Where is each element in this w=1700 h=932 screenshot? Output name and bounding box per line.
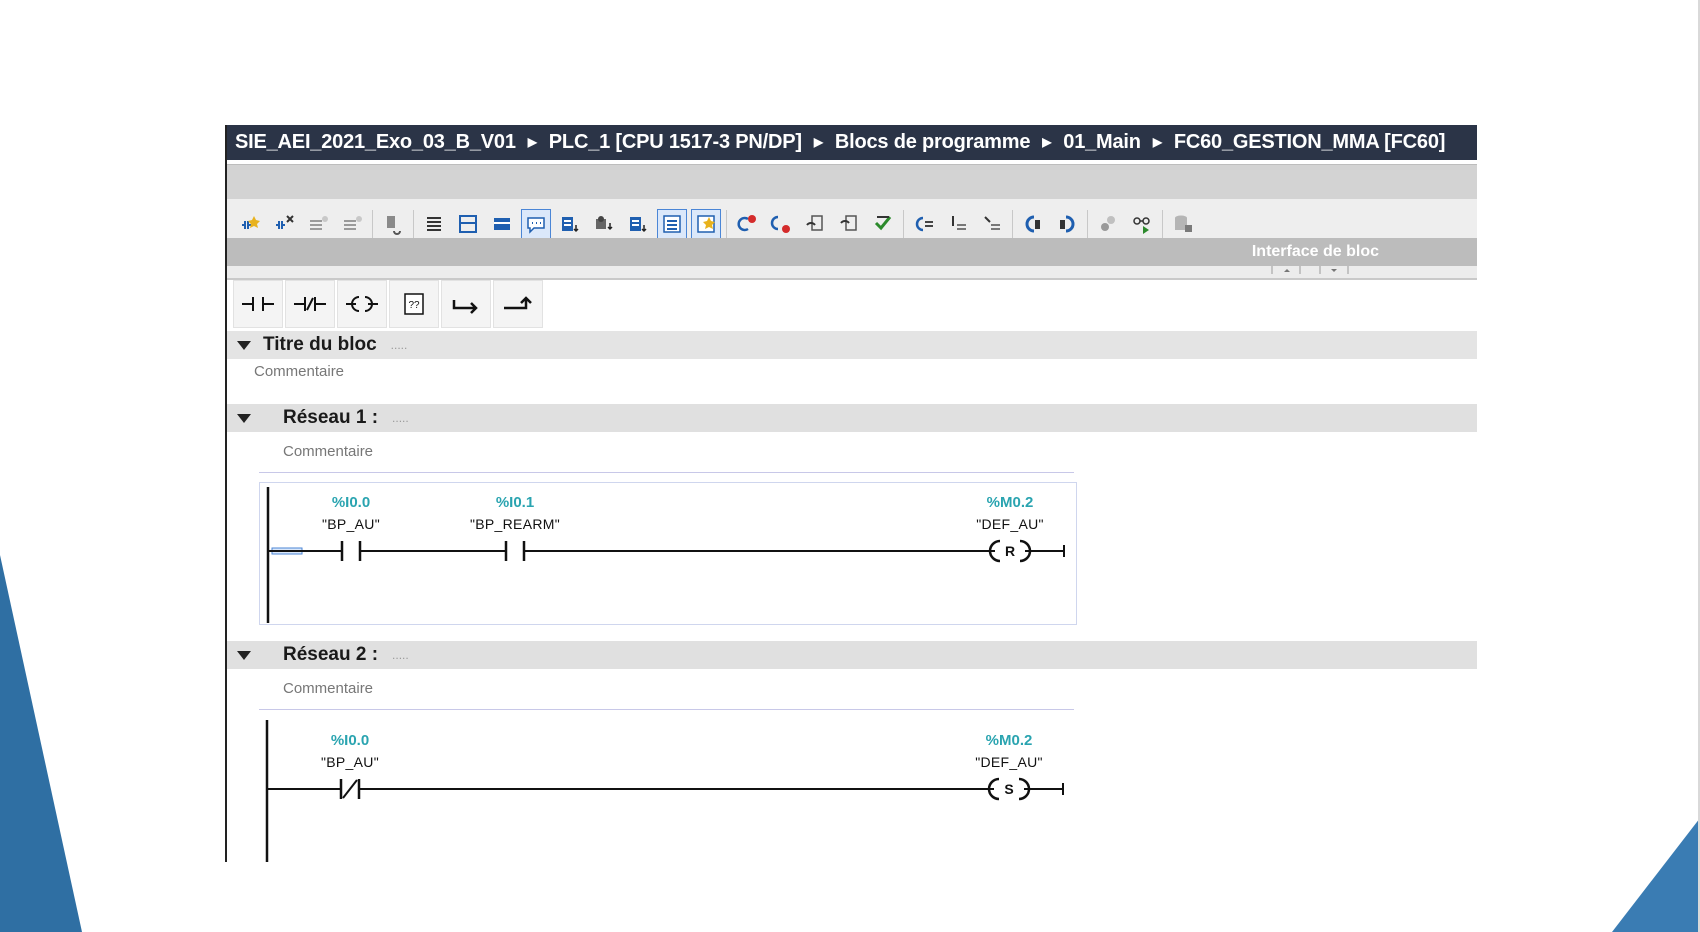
- breadcrumb: SIE_AEI_2021_Exo_03_B_V01 ▶ PLC_1 [CPU 1…: [227, 125, 1477, 160]
- breadcrumb-plc[interactable]: PLC_1 [CPU 1517-3 PN/DP]: [549, 131, 802, 154]
- contact-2-address[interactable]: %I0.1: [455, 494, 575, 511]
- tia-portal-editor: SIE_AEI_2021_Exo_03_B_V01 ▶ PLC_1 [CPU 1…: [225, 125, 1477, 862]
- coil-icon[interactable]: [337, 280, 387, 328]
- delete-network-icon[interactable]: [269, 209, 299, 239]
- right-blue-triangle: [1612, 818, 1700, 932]
- network-2-title: Réseau 2 :: [283, 644, 379, 665]
- remove-breakpoint-icon[interactable]: [732, 209, 762, 239]
- network-1-comment[interactable]: Commentaire: [283, 443, 373, 460]
- show-favorites-icon[interactable]: [555, 209, 585, 239]
- breadcrumb-project[interactable]: SIE_AEI_2021_Exo_03_B_V01: [235, 131, 516, 154]
- show-comments-icon[interactable]: [521, 209, 551, 239]
- network-2-ladder[interactable]: S %I0.0 "BP_AU" %M0.2 "DEF_AU": [259, 720, 1075, 862]
- jump-previous-icon[interactable]: [1018, 209, 1048, 239]
- navigation-view-icon[interactable]: [487, 209, 517, 239]
- block-title-header[interactable]: Titre du bloc .....: [227, 331, 1477, 359]
- empty-box-icon[interactable]: ??: [389, 280, 439, 328]
- triangle-right-icon: ▶: [1042, 134, 1052, 149]
- network-2-comment-box[interactable]: [259, 679, 1074, 710]
- go-to-declaration-icon[interactable]: [834, 209, 864, 239]
- network-1-ladder[interactable]: R %I0.0 "BP_AU" %I0.1 "BP_REARM" %M0.2 "…: [259, 482, 1077, 625]
- collapse-triangle-icon[interactable]: [237, 650, 251, 660]
- close-all-networks-icon[interactable]: [419, 209, 449, 239]
- coil-address[interactable]: %M0.2: [950, 494, 1070, 511]
- toolbar-separator: [726, 210, 727, 238]
- monitoring-glasses-icon[interactable]: [1127, 209, 1157, 239]
- triangle-right-icon: ▶: [527, 134, 537, 149]
- collapse-triangle-icon[interactable]: [237, 340, 251, 350]
- breadcrumb-group[interactable]: 01_Main: [1063, 131, 1141, 154]
- reset-start-values-icon[interactable]: [378, 209, 408, 239]
- contact-1-symbol[interactable]: "BP_AU": [280, 754, 420, 770]
- coil-type-label: R: [1005, 543, 1015, 559]
- block-interface-bar[interactable]: Interface de bloc: [227, 238, 1477, 266]
- empty-box-label: ??: [408, 300, 420, 311]
- toolbar-separator: [1087, 210, 1088, 238]
- cross-reference-icon[interactable]: [1093, 209, 1123, 239]
- toolbar-separator: [903, 210, 904, 238]
- insert-row-icon[interactable]: [303, 209, 333, 239]
- network-2-comment[interactable]: Commentaire: [283, 680, 373, 697]
- call-environment-icon[interactable]: [800, 209, 830, 239]
- network-1-title: Réseau 1 :: [283, 407, 379, 428]
- open-branch-icon[interactable]: [441, 280, 491, 328]
- block-title-dots[interactable]: .....: [391, 338, 408, 352]
- network-2-dots[interactable]: .....: [392, 648, 409, 662]
- toolbar-separator: [372, 210, 373, 238]
- compile-check-icon[interactable]: [868, 209, 898, 239]
- close-branch-icon[interactable]: [493, 280, 543, 328]
- contact-nc-icon[interactable]: [285, 280, 335, 328]
- jump-next-icon[interactable]: [1052, 209, 1082, 239]
- splitter-handles[interactable]: [1270, 266, 1350, 276]
- triangle-right-icon: ▶: [813, 134, 823, 149]
- triangle-right-icon: ▶: [1152, 134, 1162, 149]
- block-title: Titre du bloc: [263, 334, 377, 355]
- block-comment[interactable]: Commentaire: [254, 363, 344, 380]
- insert-network-icon[interactable]: [235, 209, 265, 239]
- contact-1-address[interactable]: %I0.0: [291, 494, 411, 511]
- open-all-networks-icon[interactable]: [453, 209, 483, 239]
- network-1-header[interactable]: Réseau 1 : .....: [227, 404, 1477, 432]
- database-lock-icon[interactable]: [1168, 209, 1198, 239]
- ladder-instruction-bar: ??: [233, 280, 543, 328]
- editor-header-strip: [227, 164, 1477, 200]
- collapse-triangle-icon[interactable]: [237, 413, 251, 423]
- coil-symbol[interactable]: "DEF_AU": [940, 516, 1080, 532]
- tag-display-icon[interactable]: [589, 209, 619, 239]
- toolbar-separator: [1012, 210, 1013, 238]
- contact-no-icon[interactable]: [233, 280, 283, 328]
- contact-1-symbol[interactable]: "BP_AU": [281, 516, 421, 532]
- network-operands-icon[interactable]: [623, 209, 653, 239]
- network-2-header[interactable]: Réseau 2 : .....: [227, 641, 1477, 669]
- coil-type-label: S: [1004, 781, 1013, 797]
- remove-all-breakpoints-icon[interactable]: [766, 209, 796, 239]
- favorites-star-icon[interactable]: [691, 209, 721, 239]
- breadcrumb-folder[interactable]: Blocs de programme: [835, 131, 1031, 154]
- add-row-icon[interactable]: [337, 209, 367, 239]
- contact-2-symbol[interactable]: "BP_REARM": [445, 516, 585, 532]
- insert-list-icon[interactable]: [943, 209, 973, 239]
- monitor-step-back-icon[interactable]: [909, 209, 939, 239]
- indent-list-icon[interactable]: [977, 209, 1007, 239]
- block-interface-label[interactable]: Interface de bloc: [1252, 243, 1379, 261]
- absolute-operands-icon[interactable]: [657, 209, 687, 239]
- coil-address[interactable]: %M0.2: [949, 732, 1069, 749]
- coil-symbol[interactable]: "DEF_AU": [939, 754, 1079, 770]
- toolbar-separator: [413, 210, 414, 238]
- network-1-comment-box[interactable]: [259, 442, 1074, 473]
- breadcrumb-block[interactable]: FC60_GESTION_MMA [FC60]: [1174, 131, 1446, 154]
- left-blue-triangle: [0, 555, 82, 932]
- toolbar-separator: [1162, 210, 1163, 238]
- network-1-dots[interactable]: .....: [392, 411, 409, 425]
- contact-1-address[interactable]: %I0.0: [290, 732, 410, 749]
